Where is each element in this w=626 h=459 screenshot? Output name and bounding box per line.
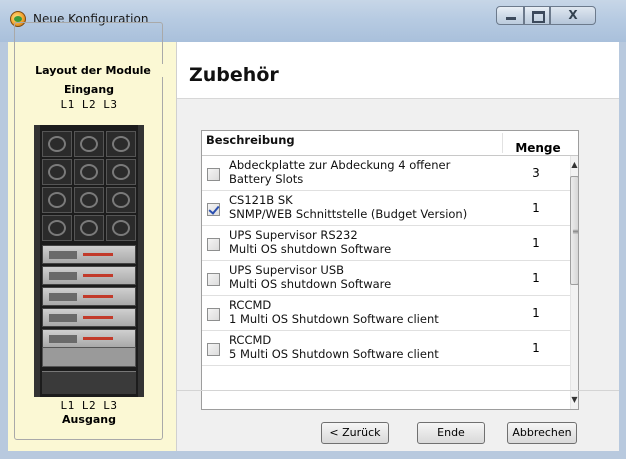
- battery-module: [42, 308, 136, 327]
- column-header-description[interactable]: Beschreibung: [206, 133, 496, 157]
- row-description: RCCMD 1 Multi OS Shutdown Software clien…: [229, 298, 501, 326]
- control-panel: [42, 347, 136, 367]
- cabinet-base: [42, 371, 136, 394]
- table-row[interactable]: RCCMD 1 Multi OS Shutdown Software clien…: [202, 296, 570, 331]
- cabinet-side-right: [138, 125, 144, 397]
- maximize-button[interactable]: [524, 6, 550, 25]
- row-quantity[interactable]: 1: [502, 191, 570, 225]
- row-description-line1: RCCMD: [229, 333, 272, 347]
- fan-icon: [106, 131, 136, 157]
- table-row[interactable]: Abdeckplatte zur Abdeckung 4 offener Bat…: [202, 156, 570, 191]
- scroll-down-icon[interactable]: ▼: [570, 393, 578, 407]
- fan-icon: [42, 159, 72, 185]
- fan-row: [42, 159, 136, 185]
- column-separator: [502, 133, 503, 153]
- row-description-line2: 5 Multi OS Shutdown Software client: [229, 347, 439, 361]
- table-row[interactable]: RCCMD 5 Multi OS Shutdown Software clien…: [202, 331, 570, 366]
- caption-buttons: X: [496, 6, 620, 26]
- row-checkbox[interactable]: [207, 308, 220, 321]
- row-description: UPS Supervisor RS232 Multi OS shutdown S…: [229, 228, 501, 256]
- table-rows: Abdeckplatte zur Abdeckung 4 offener Bat…: [202, 156, 570, 409]
- page-header: Zubehör: [177, 42, 619, 99]
- fan-icon: [106, 159, 136, 185]
- row-quantity[interactable]: 1: [502, 331, 570, 365]
- row-description: Abdeckplatte zur Abdeckung 4 offener Bat…: [229, 158, 501, 186]
- configuration-window: Neue Konfiguration X Layout der Module E…: [0, 0, 626, 459]
- scrollbar-thumb[interactable]: ≡: [570, 176, 579, 285]
- row-quantity[interactable]: 1: [502, 261, 570, 295]
- table-scrollbar[interactable]: ▲ ≡ ▼: [570, 156, 579, 409]
- page-title: Zubehör: [189, 64, 279, 86]
- fan-icon: [42, 187, 72, 213]
- table-row[interactable]: UPS Supervisor RS232 Multi OS shutdown S…: [202, 226, 570, 261]
- row-description-line2: Battery Slots: [229, 172, 304, 186]
- battery-module: [42, 287, 136, 306]
- battery-module: [42, 245, 136, 264]
- row-description-line1: CS121B SK: [229, 193, 293, 207]
- row-checkbox[interactable]: [207, 343, 220, 356]
- row-quantity[interactable]: 1: [502, 296, 570, 330]
- content-pane: Zubehör Beschreibung Menge Abdeckplatte …: [176, 42, 619, 451]
- row-description-line1: UPS Supervisor USB: [229, 263, 345, 277]
- fan-icon: [74, 131, 104, 157]
- fan-icon: [74, 159, 104, 185]
- phase-labels-bottom: L1 L2 L3: [60, 399, 118, 412]
- table-header: Beschreibung Menge: [202, 131, 578, 156]
- cancel-button[interactable]: Abbrechen: [507, 422, 577, 444]
- window-frame-left: [0, 42, 8, 451]
- row-description-line1: UPS Supervisor RS232: [229, 228, 358, 242]
- row-checkbox[interactable]: [207, 238, 220, 251]
- row-checkbox[interactable]: [207, 203, 220, 216]
- accessories-table: Beschreibung Menge Abdeckplatte zur Abde…: [201, 130, 579, 410]
- scroll-up-icon[interactable]: ▲: [570, 158, 578, 172]
- battery-module: [42, 329, 136, 348]
- close-icon: X: [568, 8, 578, 22]
- fan-icon: [106, 187, 136, 213]
- battery-module: [42, 266, 136, 285]
- row-quantity[interactable]: 1: [502, 226, 570, 260]
- fan-icon: [106, 215, 136, 241]
- phase-labels-top: L1 L2 L3: [60, 98, 118, 111]
- fan-icon: [74, 187, 104, 213]
- ups-cabinet-image: [34, 125, 144, 397]
- back-button[interactable]: < Zurück: [321, 422, 389, 444]
- minimize-button[interactable]: [496, 6, 524, 25]
- fan-row: [42, 215, 136, 241]
- finish-button[interactable]: Ende: [417, 422, 485, 444]
- window-frame-bottom: [0, 451, 626, 459]
- row-description: RCCMD 5 Multi OS Shutdown Software clien…: [229, 333, 501, 361]
- row-description-line2: Multi OS shutdown Software: [229, 277, 392, 291]
- row-description: CS121B SK SNMP/WEB Schnittstelle (Budget…: [229, 193, 501, 221]
- footer-divider: [177, 390, 619, 391]
- row-description: UPS Supervisor USB Multi OS shutdown Sof…: [229, 263, 501, 291]
- fan-icon: [42, 131, 72, 157]
- row-description-line2: SNMP/WEB Schnittstelle (Budget Version): [229, 207, 468, 221]
- row-description-line1: Abdeckplatte zur Abdeckung 4 offener: [229, 158, 451, 172]
- fan-icon: [42, 215, 72, 241]
- window-frame-right: [618, 42, 626, 459]
- row-checkbox[interactable]: [207, 168, 220, 181]
- fan-row: [42, 187, 136, 213]
- module-layout-title: Layout der Module: [22, 64, 164, 77]
- close-button[interactable]: X: [550, 6, 596, 25]
- table-row[interactable]: CS121B SK SNMP/WEB Schnittstelle (Budget…: [202, 191, 570, 226]
- row-description-line2: 1 Multi OS Shutdown Software client: [229, 312, 439, 326]
- output-label: Ausgang: [62, 413, 116, 426]
- row-quantity[interactable]: 3: [502, 156, 570, 190]
- row-description-line2: Multi OS shutdown Software: [229, 242, 392, 256]
- fan-row: [42, 131, 136, 157]
- cabinet-side-left: [34, 125, 40, 397]
- table-row[interactable]: UPS Supervisor USB Multi OS shutdown Sof…: [202, 261, 570, 296]
- input-label: Eingang: [63, 83, 115, 96]
- row-checkbox[interactable]: [207, 273, 220, 286]
- row-description-line1: RCCMD: [229, 298, 272, 312]
- fan-icon: [74, 215, 104, 241]
- grip-icon: ≡: [572, 227, 579, 236]
